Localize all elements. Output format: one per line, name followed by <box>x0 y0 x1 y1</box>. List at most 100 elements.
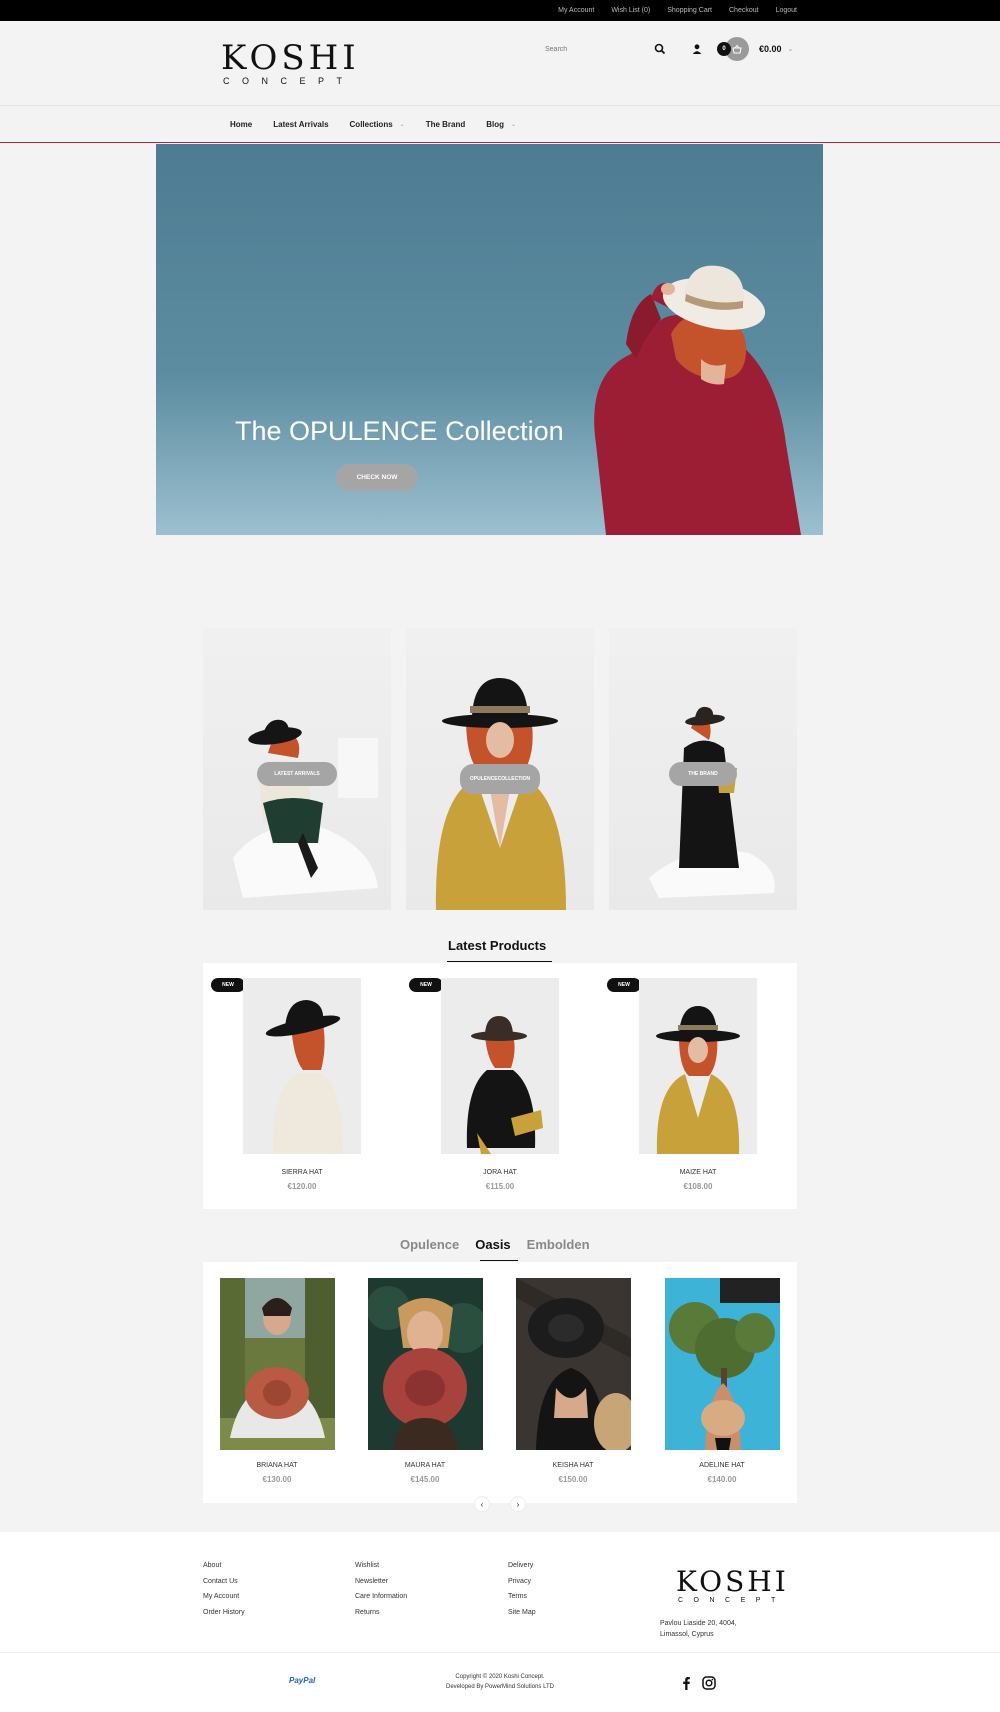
product-name[interactable]: SIERRA HAT <box>232 1169 372 1176</box>
nav-item-home[interactable]: Home <box>230 120 252 129</box>
footer-column-policies: Delivery Privacy Terms Site Map <box>508 1562 536 1617</box>
product-price: €130.00 <box>262 1475 292 1484</box>
product-price: €140.00 <box>707 1475 737 1484</box>
footer-logo[interactable]: KOSHI CONCEPT <box>676 1568 786 1605</box>
carousel-prev-button[interactable]: ‹ <box>474 1496 490 1512</box>
product-name[interactable]: MAIZE HAT <box>628 1169 768 1176</box>
copyright: Copyright © 2020 Koshi Concept. Develope… <box>420 1672 580 1692</box>
footer-link-wishlist[interactable]: Wishlist <box>355 1562 407 1571</box>
nav-item-latest-arrivals[interactable]: Latest Arrivals <box>273 120 328 129</box>
footer-link-newsletter[interactable]: Newsletter <box>355 1578 407 1587</box>
footer-link-order-history[interactable]: Order History <box>203 1609 245 1618</box>
product-price: €115.00 <box>485 1182 515 1191</box>
footer-logo-subtitle: CONCEPT <box>678 1597 786 1604</box>
tab-opulence[interactable]: Opulence <box>400 1237 459 1252</box>
product-image-maura[interactable] <box>368 1278 483 1450</box>
new-badge: NEW <box>211 978 245 992</box>
nav-item-blog[interactable]: Blog ⌄ <box>486 120 516 129</box>
address-line-1: Pavlou Liaside 20, 4004, <box>660 1620 737 1627</box>
jora-hat-photo <box>466 1016 543 1154</box>
search-icon[interactable] <box>654 43 666 55</box>
carousel-next-button[interactable]: › <box>510 1496 526 1512</box>
product-name[interactable]: MAURA HAT <box>355 1462 495 1469</box>
product-image-briana[interactable] <box>220 1278 335 1450</box>
footer-column-customer: Wishlist Newsletter Care Information Ret… <box>355 1562 407 1617</box>
new-badge: NEW <box>409 978 443 992</box>
category-tile-latest-arrivals[interactable]: LATEST ARRIVALS <box>203 628 391 910</box>
footer-column-info: About Contact Us My Account Order Histor… <box>203 1562 245 1617</box>
my-account-link[interactable]: My Account <box>558 7 594 14</box>
footer-link-about[interactable]: About <box>203 1562 245 1571</box>
product-image-sierra[interactable] <box>243 978 361 1154</box>
footer-link-my-account[interactable]: My Account <box>203 1593 245 1602</box>
product-name[interactable]: ADELINE HAT <box>652 1462 792 1469</box>
nav-label: Blog <box>486 119 505 129</box>
main-nav: Home Latest Arrivals Collections ⌄ The Br… <box>0 107 1000 143</box>
product-price: €108.00 <box>683 1182 713 1191</box>
hero-model-image <box>594 265 801 535</box>
category-tile-opulence-collection[interactable]: OPULENCE COLLECTION <box>406 628 594 910</box>
footer-link-contact-us[interactable]: Contact Us <box>203 1578 245 1587</box>
latest-products-panel: NEW SIERRA HAT €120.00 NEW JORA HAT €115… <box>203 963 797 1209</box>
logo-subtitle: CONCEPT <box>223 76 355 86</box>
tab-embolden[interactable]: Embolden <box>527 1237 590 1252</box>
account-links: My Account Wish List (0) Shopping Cart C… <box>558 0 797 21</box>
opulence-collection-button[interactable]: OPULENCE COLLECTION <box>460 764 540 794</box>
tab-oasis[interactable]: Oasis <box>475 1237 510 1252</box>
the-brand-button[interactable]: THE BRAND <box>669 762 737 786</box>
product-image-maize[interactable] <box>639 978 757 1154</box>
footer-link-site-map[interactable]: Site Map <box>508 1609 536 1618</box>
product-price: €145.00 <box>410 1475 440 1484</box>
title-underline <box>447 961 552 962</box>
keisha-hat-photo <box>516 1278 631 1450</box>
product-price: €120.00 <box>287 1182 317 1191</box>
checkout-link[interactable]: Checkout <box>729 7 759 14</box>
chevron-down-icon: ⌄ <box>399 121 405 128</box>
facebook-icon[interactable] <box>680 1676 692 1690</box>
nav-label: The Brand <box>425 119 466 129</box>
latest-products-title: Latest Products <box>448 938 547 953</box>
check-now-button[interactable]: CHECK NOW <box>336 464 418 491</box>
address-line-2: Limassol, Cyprus <box>660 1631 714 1638</box>
product-image-adeline[interactable] <box>665 1278 780 1450</box>
search-input[interactable] <box>541 38 671 61</box>
user-icon[interactable] <box>691 43 703 55</box>
product-name[interactable]: JORA HAT <box>430 1169 570 1176</box>
adeline-hat-photo <box>669 1278 780 1450</box>
nav-item-the-brand[interactable]: The Brand <box>426 120 466 129</box>
footer-link-delivery[interactable]: Delivery <box>508 1562 536 1571</box>
footer-address: Pavlou Liaside 20, 4004, Limassol, Cypru… <box>660 1618 780 1640</box>
product-image-keisha[interactable] <box>516 1278 631 1450</box>
logout-link[interactable]: Logout <box>776 7 797 14</box>
basket-icon <box>732 44 742 54</box>
footer-link-returns[interactable]: Returns <box>355 1609 407 1618</box>
category-tile-the-brand[interactable]: THE BRAND <box>609 628 797 910</box>
hero-banner[interactable]: The OPULENCE Collection CHECK NOW <box>156 144 823 535</box>
chevron-down-icon: ⌄ <box>787 46 794 53</box>
wish-list-link[interactable]: Wish List (0) <box>611 7 650 14</box>
new-badge: NEW <box>607 978 641 992</box>
footer-link-terms[interactable]: Terms <box>508 1593 536 1602</box>
collection-products-panel: BRIANA HAT €130.00 MAURA HAT €145.00 KEI… <box>203 1262 797 1503</box>
footer-link-privacy[interactable]: Privacy <box>508 1578 536 1587</box>
instagram-icon[interactable] <box>702 1676 716 1690</box>
header: KOSHI CONCEPT 0 €0.00 ⌄ <box>0 21 1000 106</box>
product-name[interactable]: BRIANA HAT <box>207 1462 347 1469</box>
product-image-jora[interactable] <box>441 978 559 1154</box>
copyright-line-2: Developed By PowerMind Solutions LTD <box>446 1684 554 1690</box>
nav-label: Home <box>230 119 253 129</box>
hero-title: The OPULENCE Collection <box>235 416 564 446</box>
search-box <box>541 38 671 61</box>
top-bar: My Account Wish List (0) Shopping Cart C… <box>0 0 1000 21</box>
site-logo[interactable]: KOSHI CONCEPT <box>221 41 356 86</box>
cart-button[interactable]: 0 €0.00 ⌄ <box>717 37 793 61</box>
latest-arrivals-button[interactable]: LATEST ARRIVALS <box>257 762 337 786</box>
product-name[interactable]: KEISHA HAT <box>503 1462 643 1469</box>
shopping-cart-link[interactable]: Shopping Cart <box>667 7 712 14</box>
maura-hat-photo <box>368 1286 483 1450</box>
active-tab-underline <box>480 1260 518 1261</box>
footer-link-care-information[interactable]: Care Information <box>355 1593 407 1602</box>
nav-item-collections[interactable]: Collections ⌄ <box>350 120 405 129</box>
opulence-label-line2: COLLECTION <box>497 775 531 782</box>
nav-label: Latest Arrivals <box>273 119 329 129</box>
